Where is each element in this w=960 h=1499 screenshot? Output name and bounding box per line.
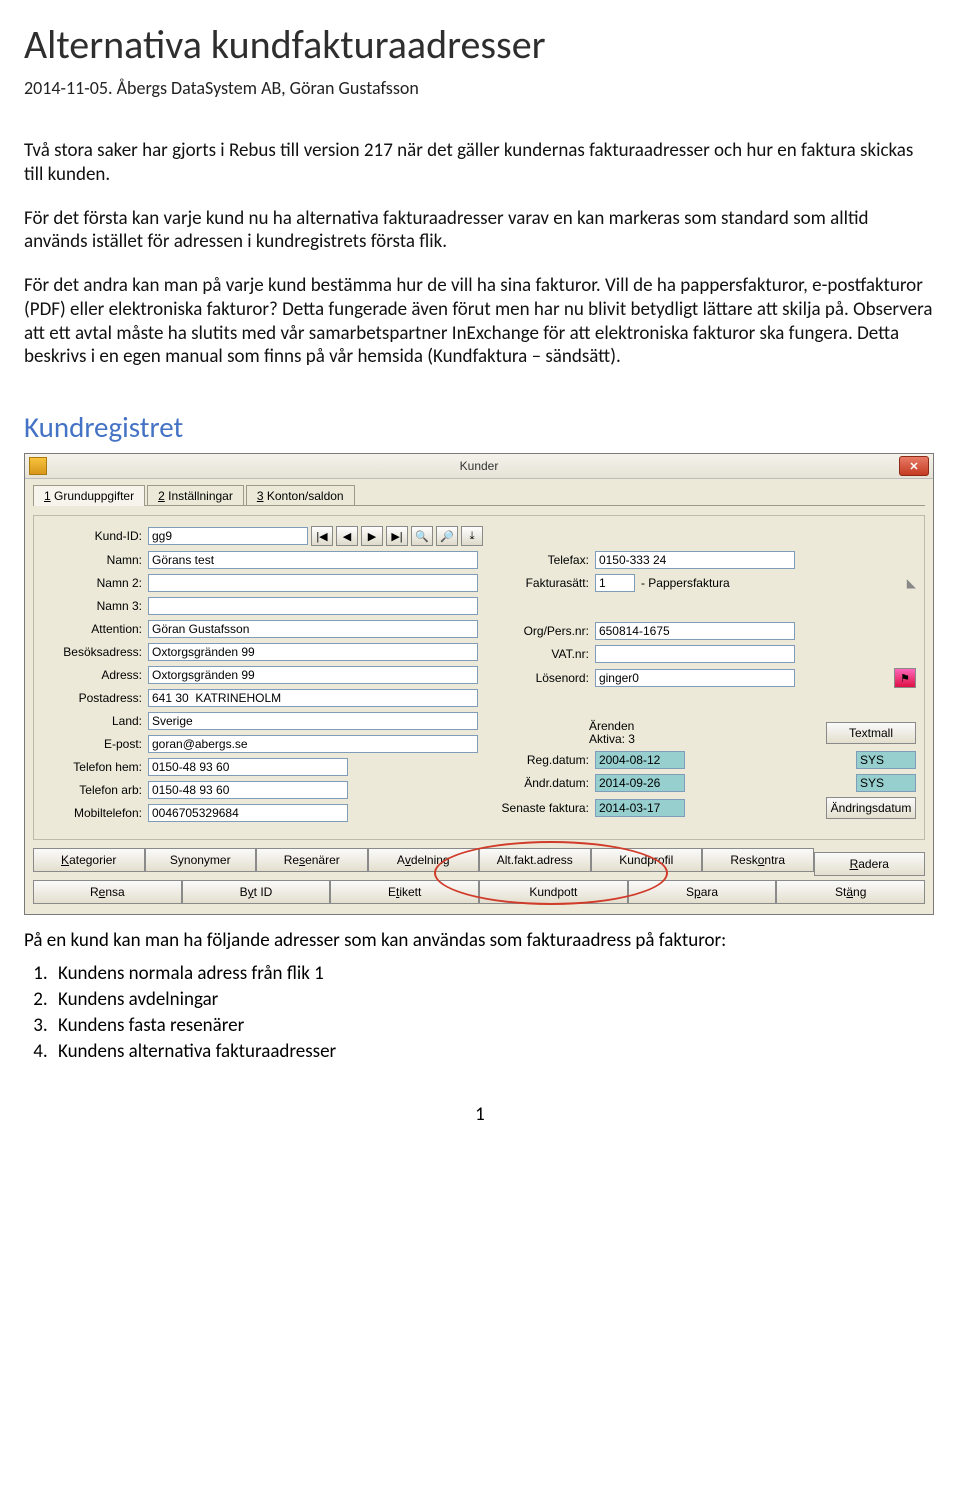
label-epost: E-post: [42,737,148,751]
label-kundid: Kund-ID: [42,529,148,543]
paragraph-1: Två stora saker har gjorts i Rebus till … [24,139,936,187]
telarb-field[interactable] [148,781,348,799]
nav-prev-icon[interactable]: ◀ [336,526,358,546]
fakturasatt-code-field[interactable] [595,574,635,592]
attention-field[interactable] [148,620,478,638]
label-regdatum: Reg.datum: [489,753,595,767]
label-aktiva: Aktiva: 3 [589,733,635,746]
altfaktadress-button[interactable]: Alt.fakt.adress [479,848,591,872]
doc-title: Alternativa kundfakturaadresser [24,20,936,69]
label-orgpers: Org/Pers.nr: [489,624,595,638]
page-number: 1 [24,1103,936,1126]
label-namn2: Namn 2: [42,576,148,590]
etikett-button[interactable]: Etikett [330,880,479,904]
label-telefax: Telefax: [489,553,595,567]
dropdown-icon[interactable]: ◣ [907,576,916,590]
app-icon [29,457,47,475]
label-mobil: Mobiltelefon: [42,806,148,820]
orgpers-field[interactable] [595,622,795,640]
namn-field[interactable] [148,551,478,569]
synonymer-button[interactable]: Synonymer [145,848,257,872]
label-vatnr: VAT.nr: [489,647,595,661]
nav-first-icon[interactable]: |◀ [311,526,333,546]
avdelning-button[interactable]: Avdelning [368,848,480,872]
andringsdatum-button[interactable]: Ändringsdatum [826,797,916,819]
senaste-faktura-field: 2014-03-17 [595,799,685,817]
spara-button[interactable]: Spara [628,880,777,904]
postadress-field[interactable] [148,689,478,707]
rensa-button[interactable]: Rensa [33,880,182,904]
bytid-button[interactable]: Byt ID [182,880,331,904]
tab-konton-saldon[interactable]: 3 Konton/saldon [246,485,355,506]
label-losen: Lösenord: [489,671,595,685]
label-namn: Namn: [42,553,148,567]
kategorier-button[interactable]: Kategorier [33,848,145,872]
besoksadress-field[interactable] [148,643,478,661]
form-panel: Kund-ID: |◀ ◀ ▶ ▶| 🔍 🔎 ⤓ Namn: Namn 2: N… [33,515,925,840]
andrdatum-by: SYS [856,774,916,792]
paragraph-3: För det andra kan man på varje kund best… [24,274,936,369]
nav-next-icon[interactable]: ▶ [361,526,383,546]
tab-installningar[interactable]: 2 Inställningar [147,485,244,506]
list-item: Kundens fasta resenärer [52,1014,936,1037]
search-icon[interactable]: 🔍 [411,526,433,546]
vatnr-field[interactable] [595,645,795,663]
list-item: Kundens normala adress från flik 1 [52,962,936,985]
titlebar: Kunder ✕ [25,454,933,479]
radera-button[interactable]: Radera [814,852,926,876]
mobil-field[interactable] [148,804,348,822]
label-land: Land: [42,714,148,728]
label-andrdatum: Ändr.datum: [489,776,595,790]
kundprofil-button[interactable]: Kundprofil [591,848,703,872]
land-field[interactable] [148,712,478,730]
address-list: Kundens normala adress från flik 1 Kunde… [52,962,936,1063]
regdatum-field: 2004-08-12 [595,751,685,769]
kundpott-button[interactable]: Kundpott [479,880,628,904]
window-title: Kunder [460,459,499,473]
adress-field[interactable] [148,666,478,684]
kunder-dialog: Kunder ✕ 1 Grunduppgifter 2 Inställninga… [24,453,934,915]
download-icon[interactable]: ⤓ [461,526,483,546]
label-fakturasatt: Fakturasätt: [489,576,595,590]
fakturasatt-text: - Pappersfaktura [641,576,730,590]
label-telarb: Telefon arb: [42,783,148,797]
paragraph-2: För det första kan varje kund nu ha alte… [24,207,936,255]
label-attention: Attention: [42,622,148,636]
label-postadress: Postadress: [42,691,148,705]
label-senaste: Senaste faktura: [489,801,595,815]
stang-button[interactable]: Stäng [776,880,925,904]
after-text: På en kund kan man ha följande adresser … [24,929,936,952]
zoom-icon[interactable]: 🔎 [436,526,458,546]
section-heading: Kundregistret [24,409,936,445]
tab-grunduppgifter[interactable]: 1 Grunduppgifter [33,485,145,506]
flag-icon[interactable]: ⚑ [894,668,916,688]
resenarer-button[interactable]: Resenärer [256,848,368,872]
kundid-field[interactable] [148,527,308,545]
label-telhem: Telefon hem: [42,760,148,774]
regdatum-by: SYS [856,751,916,769]
list-item: Kundens alternativa fakturaadresser [52,1040,936,1063]
textmall-button[interactable]: Textmall [826,722,916,744]
nav-last-icon[interactable]: ▶| [386,526,408,546]
telefax-field[interactable] [595,551,795,569]
tabs: 1 Grunduppgifter 2 Inställningar 3 Konto… [25,479,933,506]
label-namn3: Namn 3: [42,599,148,613]
losenord-field[interactable] [595,669,795,687]
namn3-field[interactable] [148,597,478,615]
label-besoksadress: Besöksadress: [42,645,148,659]
button-bar: Kategorier Synonymer Resenärer Avdelning… [33,848,925,904]
close-button[interactable]: ✕ [899,456,929,476]
epost-field[interactable] [148,735,478,753]
list-item: Kundens avdelningar [52,988,936,1011]
andrdatum-field: 2014-09-26 [595,774,685,792]
doc-byline: 2014-11-05. Åbergs DataSystem AB, Göran … [24,77,936,99]
reskontra-button[interactable]: Reskontra [702,848,814,872]
namn2-field[interactable] [148,574,478,592]
telhem-field[interactable] [148,758,348,776]
label-adress: Adress: [42,668,148,682]
